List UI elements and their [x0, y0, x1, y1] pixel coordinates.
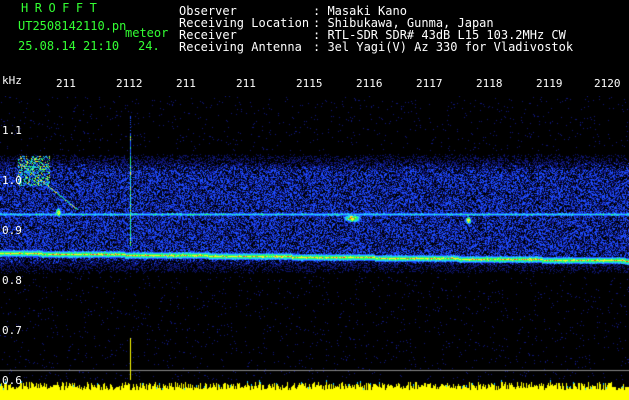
freq-tick-label: 0.6: [2, 374, 22, 387]
time-tick-label: 2112: [116, 77, 143, 90]
time-tick-label: 211: [236, 77, 256, 90]
mode-label: meteor: [125, 26, 169, 40]
freq-tick-label: 0.9: [2, 224, 22, 237]
field-value-antenna: : 3el Yagi(V) Az 330 for Vladivostok: [313, 40, 574, 54]
time-tick-label: 211: [56, 77, 76, 90]
app-logo: HROFFT: [21, 1, 104, 15]
freq-tick-label: 0.7: [2, 324, 22, 337]
time-tick-label: 2115: [296, 77, 323, 90]
freq-tick-label: 1.1: [2, 124, 22, 137]
image-filename: UT2508142110.pn: [18, 19, 127, 33]
time-tick-label: 2117: [416, 77, 443, 90]
capture-datetime: 25.08.14 21:10: [18, 39, 120, 53]
time-tick-label: 2116: [356, 77, 383, 90]
time-tick-label: 2118: [476, 77, 503, 90]
hrofft-screen: HROFFT UT2508142110.pn meteor 25.08.14 2…: [0, 0, 629, 400]
time-tick-label: 211: [176, 77, 196, 90]
freq-tick-label: 0.8: [2, 274, 22, 287]
field-label-antenna: Receiving Antenna: [179, 40, 302, 54]
spectrogram-waterfall: [0, 96, 629, 400]
capture-extra: 24.: [138, 39, 160, 53]
time-tick-label: 2120: [594, 77, 621, 90]
freq-axis-unit: kHz: [2, 74, 22, 87]
time-tick-label: 2119: [536, 77, 563, 90]
freq-tick-label: 1.0: [2, 174, 22, 187]
